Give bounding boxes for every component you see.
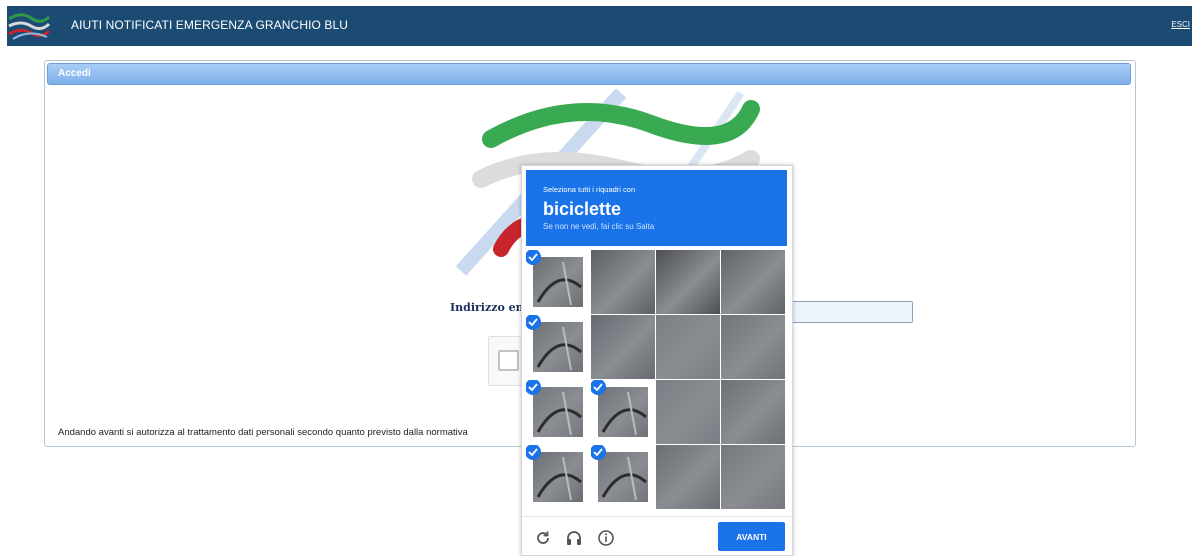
app-logo-icon [8,13,51,40]
challenge-hint: Se non ne vedi, fai clic su Salta [543,222,655,231]
tile-image [656,250,720,314]
captcha-tile[interactable] [591,380,655,444]
email-label: Indirizzo email [450,301,522,314]
captcha-tile[interactable] [656,315,720,379]
captcha-tile[interactable] [656,445,720,509]
tile-image [721,445,785,509]
tile-image [721,250,785,314]
tile-image [591,250,655,314]
verify-next-button[interactable]: AVANTI [718,522,785,551]
tile-image [533,257,583,307]
captcha-tile[interactable] [526,315,590,379]
challenge-grid [526,250,787,511]
captcha-tile[interactable] [591,315,655,379]
panel-title: Accedi [58,68,91,79]
tile-image [598,452,648,502]
app-header: AIUTI NOTIFICATI EMERGENZA GRANCHIO BLU … [7,6,1192,46]
tile-image [721,380,785,444]
challenge-instruction: Seleziona tutti i riquadri con [543,185,636,194]
recaptcha-checkbox[interactable] [498,350,519,371]
app-title: AIUTI NOTIFICATI EMERGENZA GRANCHIO BLU [71,18,349,32]
consent-text: Andando avanti si autorizza al trattamen… [58,427,468,438]
tile-image [533,322,583,372]
tile-image [656,445,720,509]
email-input[interactable] [789,301,913,323]
reload-icon[interactable] [534,529,552,547]
captcha-tile[interactable] [526,380,590,444]
captcha-tile[interactable] [721,315,785,379]
tile-image [598,387,648,437]
info-icon[interactable] [597,529,615,547]
captcha-tile[interactable] [591,445,655,509]
tile-image [533,452,583,502]
captcha-tile[interactable] [526,445,590,509]
captcha-tile[interactable] [526,250,590,314]
captcha-tile[interactable] [721,250,785,314]
captcha-tile[interactable] [656,380,720,444]
tile-image [591,315,655,379]
challenge-header: Seleziona tutti i riquadri con biciclett… [526,170,787,246]
panel-header: Accedi [47,63,1131,85]
logout-link[interactable]: ESCI [1171,20,1190,29]
tile-image [656,315,720,379]
captcha-tile[interactable] [656,250,720,314]
challenge-footer: AVANTI [522,516,792,556]
captcha-tile[interactable] [721,445,785,509]
captcha-tile[interactable] [591,250,655,314]
captcha-tile[interactable] [721,380,785,444]
captcha-challenge: Seleziona tutti i riquadri con biciclett… [521,165,793,556]
audio-headphones-icon[interactable] [565,529,583,547]
tile-image [721,315,785,379]
tile-image [533,387,583,437]
challenge-target: biciclette [543,199,622,219]
tile-image [656,380,720,444]
